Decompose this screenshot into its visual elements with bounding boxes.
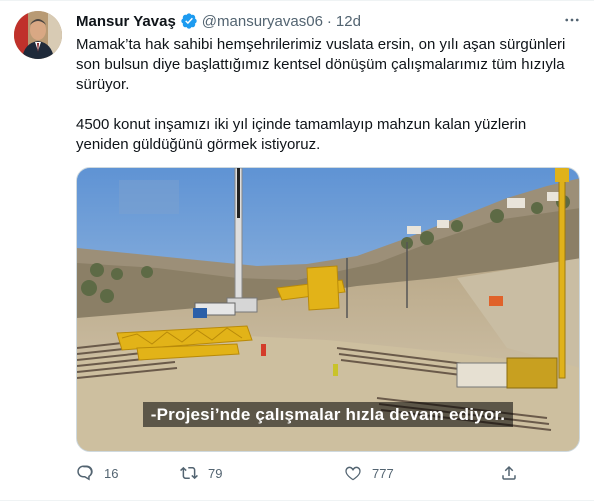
bottom-divider <box>0 500 594 501</box>
video-caption: -Projesi’nde çalışmalar hızla devam ediy… <box>77 402 579 427</box>
verified-badge-icon <box>180 12 198 30</box>
author-name[interactable]: Mansur Yavaş <box>76 13 176 30</box>
reply-icon <box>77 465 93 481</box>
avatar[interactable] <box>14 11 62 59</box>
tweet-paragraph-2: 4500 konut inşamızı iki yıl içinde tamam… <box>76 116 527 153</box>
tweet-actions: 16 79 777 <box>76 462 580 484</box>
reply-button[interactable]: 16 <box>76 464 118 482</box>
author-handle[interactable]: @mansuryavas06 <box>202 13 323 30</box>
reply-count: 16 <box>104 465 119 481</box>
video-caption-text: -Projesi’nde çalışmalar hızla devam ediy… <box>142 402 514 427</box>
more-options-icon[interactable] <box>560 8 584 32</box>
retweet-button[interactable]: 79 <box>180 464 222 482</box>
tweet-text: Mamak’ta hak sahibi hemşehrilerimiz vusl… <box>76 35 580 155</box>
tweet-paragraph-1: Mamak’ta hak sahibi hemşehrilerimiz vusl… <box>76 36 566 93</box>
retweet-icon <box>180 466 198 480</box>
avatar-image <box>14 11 62 59</box>
retweet-count: 79 <box>208 465 223 481</box>
share-button[interactable] <box>500 464 528 482</box>
tweet-header: Mansur Yavaş @mansuryavas06 · 12d <box>76 10 361 32</box>
separator-dot: · <box>326 12 332 30</box>
like-button[interactable]: 777 <box>344 464 394 482</box>
heart-icon <box>345 466 361 481</box>
tweet-video[interactable]: -Projesi’nde çalışmalar hızla devam ediy… <box>76 167 580 452</box>
like-count: 777 <box>372 465 394 481</box>
top-divider <box>0 0 594 1</box>
tweet-timestamp[interactable]: 12d <box>336 13 361 30</box>
share-icon <box>502 465 516 480</box>
